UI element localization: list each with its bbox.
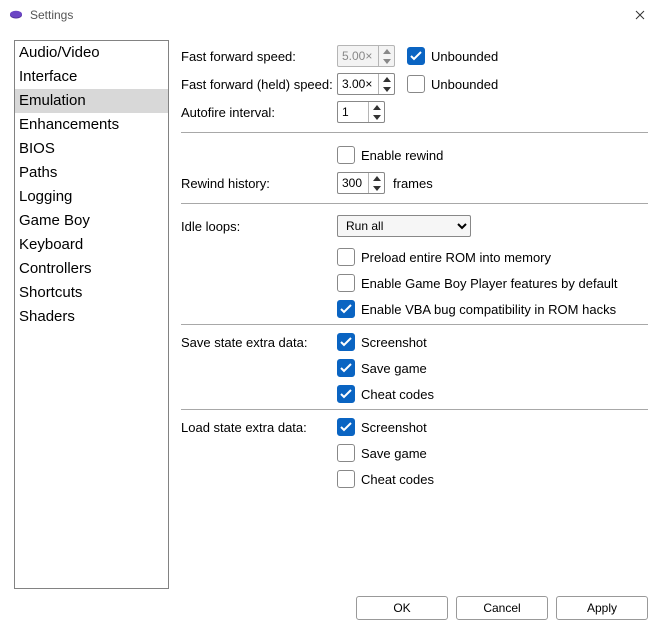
checkbox-icon [337,274,355,292]
sidebar-item-audio-video[interactable]: Audio/Video [15,41,168,65]
save-screenshot-checkbox[interactable]: Screenshot [337,333,434,351]
load-cheats-checkbox[interactable]: Cheat codes [337,470,434,488]
settings-window: Settings Audio/VideoInterfaceEmulationEn… [0,0,662,637]
checkbox-icon [407,75,425,93]
idle-loops-select[interactable]: Run allRemove knownDetect and remove [337,215,471,237]
sidebar-item-interface[interactable]: Interface [15,65,168,89]
dialog-buttons: OK Cancel Apply [0,589,662,637]
separator [181,409,648,410]
autofire-label: Autofire interval: [181,105,337,120]
spinner-down-icon[interactable] [369,112,384,122]
load-savegame-checkbox[interactable]: Save game [337,444,434,462]
sidebar: Audio/VideoInterfaceEmulationEnhancement… [14,40,169,589]
rewind-history-spinner[interactable]: 300 [337,172,385,194]
sidebar-item-emulation[interactable]: Emulation [15,89,168,113]
spinner-down-icon[interactable] [369,183,384,193]
spinner-up-icon[interactable] [369,102,384,112]
separator [181,203,648,204]
frames-suffix: frames [393,176,433,191]
checkbox-icon [337,418,355,436]
ff-speed-label: Fast forward speed: [181,49,337,64]
sidebar-item-logging[interactable]: Logging [15,185,168,209]
sidebar-item-bios[interactable]: BIOS [15,137,168,161]
ff-held-spinner[interactable]: 3.00× [337,73,395,95]
save-savegame-checkbox[interactable]: Save game [337,359,434,377]
sidebar-item-shaders[interactable]: Shaders [15,305,168,329]
spinner-down-icon [379,56,394,66]
ff-speed-unbounded-checkbox[interactable]: Unbounded [407,47,498,65]
spinner-up-icon[interactable] [369,173,384,183]
separator [181,132,648,133]
cancel-button[interactable]: Cancel [456,596,548,620]
sidebar-item-enhancements[interactable]: Enhancements [15,113,168,137]
checkbox-icon [337,300,355,318]
spinner-up-icon[interactable] [379,74,394,84]
sidebar-item-shortcuts[interactable]: Shortcuts [15,281,168,305]
apply-button[interactable]: Apply [556,596,648,620]
checkbox-icon [337,470,355,488]
preload-rom-checkbox[interactable]: Preload entire ROM into memory [337,248,648,266]
checkbox-icon [407,47,425,65]
enable-rewind-checkbox[interactable]: Enable rewind [337,146,443,164]
ff-held-label: Fast forward (held) speed: [181,77,337,92]
gb-player-checkbox[interactable]: Enable Game Boy Player features by defau… [337,274,648,292]
settings-panel: Fast forward speed: 5.00× Unbounded Fast… [181,40,648,589]
checkbox-icon [337,359,355,377]
ff-speed-spinner: 5.00× [337,45,395,67]
checkbox-icon [337,444,355,462]
idle-loops-label: Idle loops: [181,219,337,234]
app-icon [8,7,24,23]
sidebar-item-controllers[interactable]: Controllers [15,257,168,281]
spinner-up-icon [379,46,394,56]
checkbox-icon [337,146,355,164]
separator [181,324,648,325]
save-cheats-checkbox[interactable]: Cheat codes [337,385,434,403]
ff-held-unbounded-checkbox[interactable]: Unbounded [407,75,498,93]
sidebar-item-keyboard[interactable]: Keyboard [15,233,168,257]
checkbox-icon [337,385,355,403]
checkbox-icon [337,333,355,351]
vba-bug-checkbox[interactable]: Enable VBA bug compatibility in ROM hack… [337,300,648,318]
sidebar-item-game-boy[interactable]: Game Boy [15,209,168,233]
checkbox-icon [337,248,355,266]
window-title: Settings [30,8,73,22]
ok-button[interactable]: OK [356,596,448,620]
titlebar: Settings [0,0,662,30]
load-extra-label: Load state extra data: [181,418,337,435]
sidebar-item-paths[interactable]: Paths [15,161,168,185]
close-button[interactable] [617,0,662,30]
load-screenshot-checkbox[interactable]: Screenshot [337,418,434,436]
save-extra-label: Save state extra data: [181,333,337,350]
autofire-spinner[interactable]: 1 [337,101,385,123]
spinner-down-icon[interactable] [379,84,394,94]
rewind-history-label: Rewind history: [181,176,337,191]
